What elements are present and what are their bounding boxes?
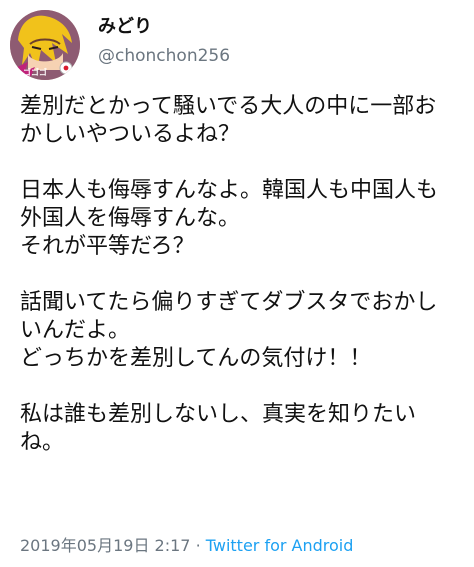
- user-info: みどり @chonchon256: [98, 18, 230, 65]
- timestamp[interactable]: 2019年05月19日 2:17: [20, 536, 190, 555]
- user-handle[interactable]: @chonchon256: [98, 48, 230, 65]
- display-name[interactable]: みどり: [98, 18, 230, 36]
- tweet-card: ゴゴゴ みどり @chonchon256 差別だとかって騒いでる大人の中に一部お…: [0, 0, 474, 567]
- avatar-logo-text: ゴゴゴ: [23, 67, 47, 77]
- tweet-header: ゴゴゴ みどり @chonchon256: [10, 10, 230, 80]
- tweet-footer: 2019年05月19日 2:17 · Twitter for Android: [20, 532, 353, 556]
- meta-separator: ·: [195, 536, 201, 555]
- tweet-text: 差別だとかって騒いでる大人の中に一部おかしいやついるよね？ 日本人も侮辱すんなよ…: [20, 94, 439, 455]
- source-link[interactable]: Twitter for Android: [206, 536, 354, 555]
- character-avatar-icon: ゴゴゴ: [10, 10, 80, 80]
- avatar[interactable]: ゴゴゴ: [10, 10, 80, 80]
